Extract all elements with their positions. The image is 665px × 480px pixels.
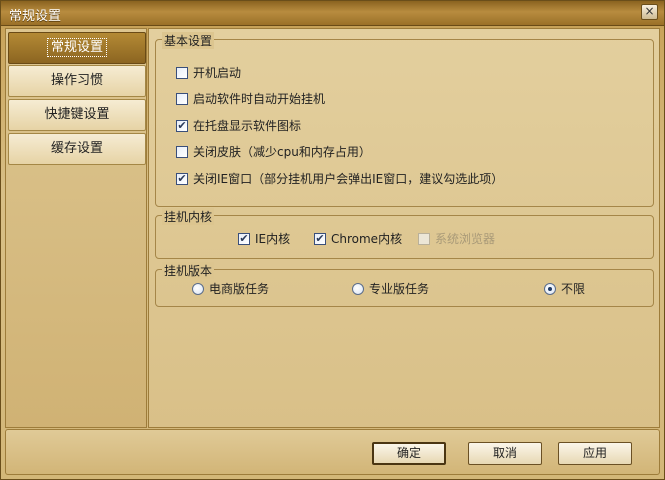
option-ie-kernel-label: IE内核 <box>255 232 291 246</box>
checkbox-auto-hang[interactable] <box>176 92 188 105</box>
radio-professional[interactable] <box>352 282 364 295</box>
option-auto-hang-label: 启动软件时自动开始挂机 <box>193 92 326 106</box>
main-panel: 基本设置 开机启动 启动软件时自动开始挂机 ✔ 在托盘显示软件图标 关闭皮肤（减少… <box>148 28 660 428</box>
option-auto-hang[interactable]: 启动软件时自动开始挂机 <box>176 90 325 108</box>
checkbox-autostart[interactable] <box>176 66 188 79</box>
sidebar: 常规设置 操作习惯 快捷键设置 缓存设置 <box>5 28 147 428</box>
checkbox-system-browser <box>418 232 430 245</box>
option-system-browser: 系统浏览器 <box>418 230 495 248</box>
option-system-browser-label: 系统浏览器 <box>435 232 496 246</box>
option-professional[interactable]: 专业版任务 <box>352 280 429 298</box>
close-button[interactable]: × <box>641 4 658 20</box>
option-ecommerce-label: 电商版任务 <box>209 282 270 296</box>
apply-button[interactable]: 应用 <box>558 442 632 465</box>
tab-general[interactable]: 常规设置 <box>8 32 146 64</box>
option-unlimited-label: 不限 <box>561 282 586 296</box>
checkbox-close-ie[interactable]: ✔ <box>176 172 188 185</box>
checkbox-chrome-kernel[interactable]: ✔ <box>314 232 326 245</box>
close-icon: × <box>644 4 655 18</box>
radio-ecommerce[interactable] <box>192 282 204 295</box>
tab-habits-label: 操作习惯 <box>50 73 103 88</box>
option-autostart[interactable]: 开机启动 <box>176 64 241 82</box>
option-ecommerce[interactable]: 电商版任务 <box>192 280 269 298</box>
tab-cache[interactable]: 缓存设置 <box>8 133 146 165</box>
option-unlimited[interactable]: 不限 <box>544 280 585 298</box>
option-close-ie-label: 关闭IE窗口（部分挂机用户会弹出IE窗口，建议勾选此项） <box>193 172 504 186</box>
version-group: 挂机版本 电商版任务 专业版任务 不限 <box>155 262 654 307</box>
option-disable-skin[interactable]: 关闭皮肤（减少cpu和内存占用） <box>176 143 371 161</box>
option-chrome-kernel-label: Chrome内核 <box>331 232 403 246</box>
option-disable-skin-label: 关闭皮肤（减少cpu和内存占用） <box>193 145 371 159</box>
option-ie-kernel[interactable]: ✔ IE内核 <box>238 230 290 248</box>
tab-hotkeys-label: 快捷键设置 <box>44 107 110 122</box>
option-tray-icon[interactable]: ✔ 在托盘显示软件图标 <box>176 117 301 135</box>
kernel-title: 挂机内核 <box>162 208 215 225</box>
tab-habits[interactable]: 操作习惯 <box>8 65 146 97</box>
radio-unlimited[interactable] <box>544 282 556 295</box>
option-chrome-kernel[interactable]: ✔ Chrome内核 <box>314 230 402 248</box>
ok-button[interactable]: 确定 <box>372 442 446 465</box>
tab-hotkeys[interactable]: 快捷键设置 <box>8 99 146 131</box>
option-tray-icon-label: 在托盘显示软件图标 <box>193 119 302 133</box>
window-title: 常规设置 <box>9 9 62 24</box>
version-title: 挂机版本 <box>162 262 215 279</box>
checkbox-tray-icon[interactable]: ✔ <box>176 119 188 132</box>
basic-settings-group: 基本设置 开机启动 启动软件时自动开始挂机 ✔ 在托盘显示软件图标 关闭皮肤（减少… <box>155 32 654 207</box>
tab-general-label: 常规设置 <box>46 38 107 57</box>
checkbox-ie-kernel[interactable]: ✔ <box>238 232 250 245</box>
settings-dialog: 常规设置 × 常规设置 操作习惯 快捷键设置 缓存设置 基本设置 开机启动 启动… <box>0 0 665 480</box>
tab-cache-label: 缓存设置 <box>50 141 103 156</box>
cancel-button[interactable]: 取消 <box>468 442 542 465</box>
basic-settings-title: 基本设置 <box>162 32 215 49</box>
checkbox-disable-skin[interactable] <box>176 145 188 158</box>
kernel-group: 挂机内核 ✔ IE内核 ✔ Chrome内核 系统浏览器 <box>155 208 654 259</box>
option-professional-label: 专业版任务 <box>369 282 430 296</box>
title-bar[interactable]: 常规设置 × <box>1 1 664 26</box>
option-close-ie[interactable]: ✔ 关闭IE窗口（部分挂机用户会弹出IE窗口，建议勾选此项） <box>176 170 503 188</box>
option-autostart-label: 开机启动 <box>193 66 242 80</box>
